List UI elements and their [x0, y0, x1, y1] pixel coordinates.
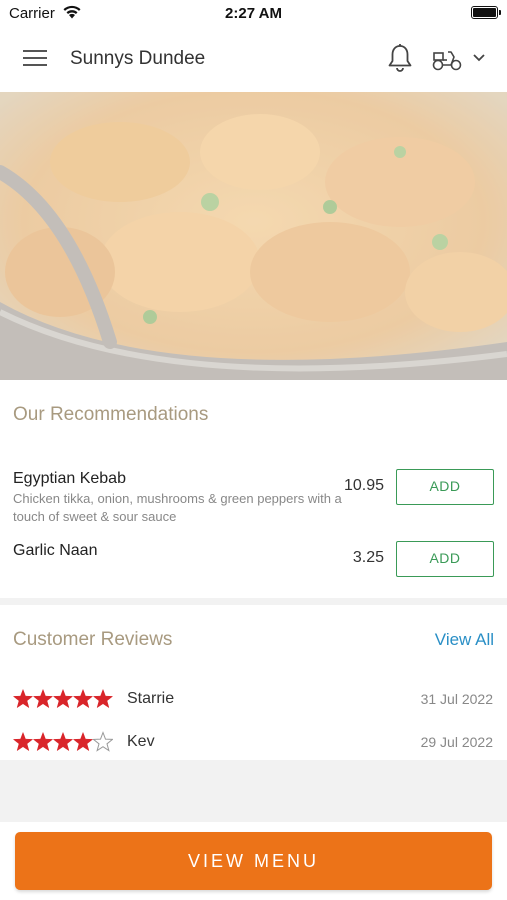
star-rating — [13, 688, 113, 709]
bottom-bar: VIEW MENU — [0, 822, 507, 900]
add-button[interactable]: ADD — [396, 469, 494, 505]
review-date: 29 Jul 2022 — [420, 734, 493, 750]
star-filled-icon — [72, 731, 94, 752]
item-name: Egyptian Kebab — [13, 470, 126, 487]
review-date: 31 Jul 2022 — [420, 691, 493, 707]
store-name: Sunnys Dundee — [70, 48, 206, 69]
hero-food-image — [0, 92, 507, 380]
reviews-title: Customer Reviews — [13, 629, 173, 650]
item-description: Chicken tikka, onion, mushrooms & green … — [13, 491, 342, 524]
item-price: 3.25 — [352, 549, 384, 566]
review-row: Kev 29 Jul 2022 — [0, 731, 507, 757]
star-filled-icon — [32, 731, 54, 752]
star-filled-icon — [72, 688, 94, 709]
battery-icon — [471, 6, 501, 19]
review-row: Starrie 31 Jul 2022 — [0, 688, 507, 714]
chevron-down-icon[interactable] — [472, 53, 486, 63]
star-empty-icon — [92, 731, 113, 752]
app-header: Sunnys Dundee — [0, 26, 507, 92]
star-filled-icon — [13, 731, 34, 752]
status-time: 2:27 AM — [225, 5, 282, 22]
recommendations-section: Our Recommendations Egyptian Kebab Chick… — [0, 380, 507, 598]
curry-dish-photo — [0, 92, 507, 380]
status-bar: Carrier 2:27 AM — [0, 0, 507, 26]
add-button[interactable]: ADD — [396, 541, 494, 577]
star-filled-icon — [32, 688, 54, 709]
hamburger-icon[interactable] — [23, 48, 47, 68]
reviewer-name: Starrie — [127, 690, 175, 707]
view-menu-button[interactable]: VIEW MENU — [15, 832, 492, 890]
reviews-section: Customer Reviews View All Starrie 31 Jul… — [0, 605, 507, 760]
delivery-scooter-icon[interactable] — [431, 46, 463, 72]
reviewer-name: Kev — [127, 733, 155, 750]
star-filled-icon — [52, 688, 74, 709]
star-filled-icon — [52, 731, 74, 752]
bell-icon[interactable] — [386, 43, 414, 73]
item-name: Garlic Naan — [13, 542, 98, 559]
recommendations-title: Our Recommendations — [13, 404, 209, 425]
star-filled-icon — [13, 688, 34, 709]
item-price: 10.95 — [343, 477, 384, 494]
view-all-link[interactable]: View All — [435, 630, 494, 650]
star-rating — [13, 731, 113, 752]
star-filled-icon — [92, 688, 113, 709]
